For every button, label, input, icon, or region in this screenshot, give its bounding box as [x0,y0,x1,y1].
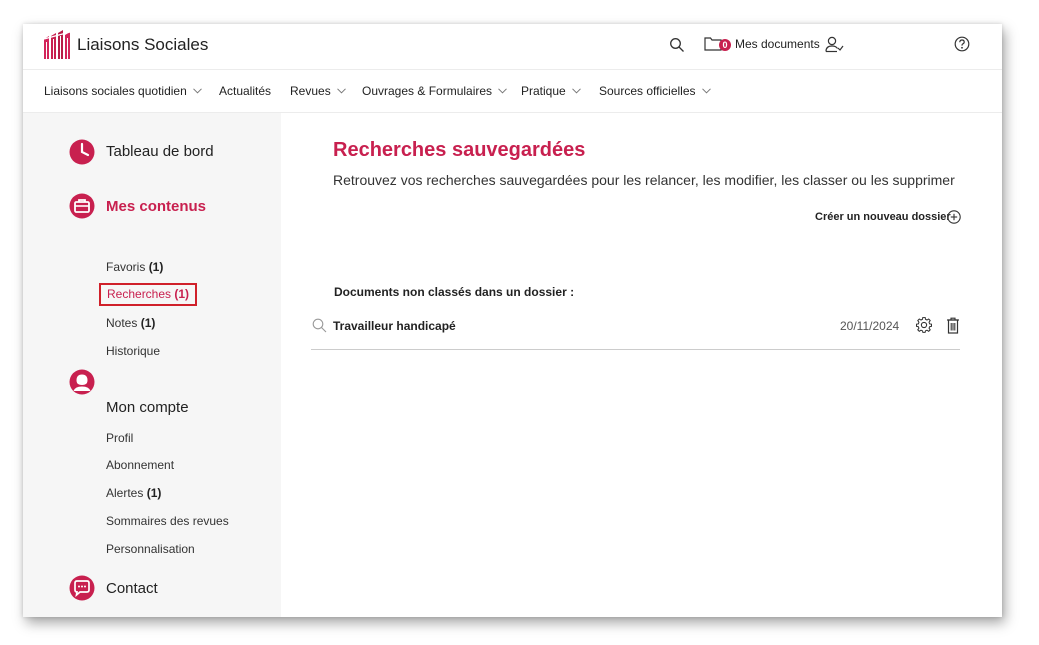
link-label: Abonnement [106,458,175,472]
sidebar-link-sommaires-des-revues[interactable]: Sommaires des revues [106,514,229,528]
gear-icon[interactable] [916,317,932,333]
search-icon [312,318,327,333]
link-count: (1) [148,260,164,274]
link-count: (1) [174,287,190,301]
app-window: Liaisons Sociales 0 Mes documents Liaiso… [23,24,1002,617]
sidebar-link-favoris[interactable]: Favoris (1) [106,260,163,274]
chevron-down-icon [701,88,711,94]
saved-search-title[interactable]: Travailleur handicapé [333,319,456,333]
sidebar-item-my-account[interactable]: Mon compte [106,399,189,416]
saved-search-row[interactable]: Travailleur handicapé 20/11/2024 [311,310,960,350]
sidebar-link-notes[interactable]: Notes (1) [106,316,155,330]
sidebar-link-alertes[interactable]: Alertes (1) [106,486,161,500]
nav-item-label: Actualités [219,84,272,98]
chat-bubble-icon [69,575,95,601]
liaisons-sociales-logo[interactable] [42,29,72,61]
link-label: Recherches [107,287,172,301]
search-icon[interactable] [669,37,685,53]
saved-search-date: 20/11/2024 [840,319,900,333]
chevron-down-icon [571,88,581,94]
chevron-down-icon [498,88,507,94]
user-check-icon[interactable] [825,36,844,53]
page-title: Recherches sauvegardées [333,139,586,161]
sidebar: Tableau de bord Mes contenus Favoris (1)… [23,113,281,617]
nav-item-label: Sources officielles [599,84,696,98]
unclassified-heading: Documents non classés dans un dossier : [334,285,575,299]
link-label: Historique [106,344,161,358]
nav-item-actualites[interactable]: Actualités [219,84,271,98]
sidebar-link-recherches[interactable]: Recherches (1) [99,283,198,306]
top-header: Liaisons Sociales 0 Mes documents [23,24,1002,70]
link-label: Sommaires des revues [106,514,229,528]
sidebar-link-personnalisation[interactable]: Personnalisation [106,542,195,556]
nav-item-revues[interactable]: Revues [290,84,346,98]
link-count: (1) [146,486,162,500]
link-label: Favoris [106,260,146,274]
sidebar-item-my-contents[interactable]: Mes contenus [106,198,206,215]
nav-item-label: Liaisons sociales quotidien [44,84,187,98]
nav-item-pratique[interactable]: Pratique [521,84,581,98]
create-folder-button[interactable]: Créer un nouveau dossier [815,211,951,223]
sidebar-link-profil[interactable]: Profil [106,431,133,445]
sidebar-item-contact[interactable]: Contact [106,580,158,597]
sidebar-link-historique[interactable]: Historique [106,344,160,358]
page-subtitle: Retrouvez vos recherches sauvegardées po… [333,172,955,188]
chevron-down-icon [336,88,346,94]
nav-item-liaisons-sociales-quotidien[interactable]: Liaisons sociales quotidien [44,84,202,98]
nav-item-label: Ouvrages & Formulaires [362,84,493,98]
nav-item-label: Pratique [521,84,566,98]
briefcase-icon [69,193,95,219]
link-label: Alertes [106,486,144,500]
link-count: (1) [140,316,156,330]
plus-circle-icon[interactable] [947,210,961,224]
link-label: Personnalisation [106,542,195,556]
nav-item-sources-officielles[interactable]: Sources officielles [599,84,711,98]
documents-count-badge: 0 [719,39,731,51]
nav-item-ouvrages-formulaires[interactable]: Ouvrages & Formulaires [362,84,507,98]
my-documents-link[interactable]: Mes documents [735,37,820,51]
user-icon [69,369,95,395]
link-label: Notes [106,316,138,330]
nav-item-label: Revues [290,84,331,98]
main-navigation: Liaisons sociales quotidien Actualités R… [23,70,1002,113]
trash-icon[interactable] [946,317,960,334]
clock-icon [69,139,95,165]
sidebar-item-dashboard[interactable]: Tableau de bord [106,143,214,160]
brand-name[interactable]: Liaisons Sociales [77,35,208,55]
link-label: Profil [106,431,134,445]
help-circle-icon[interactable] [954,36,970,52]
sidebar-link-abonnement[interactable]: Abonnement [106,458,174,472]
chevron-down-icon [192,88,202,94]
